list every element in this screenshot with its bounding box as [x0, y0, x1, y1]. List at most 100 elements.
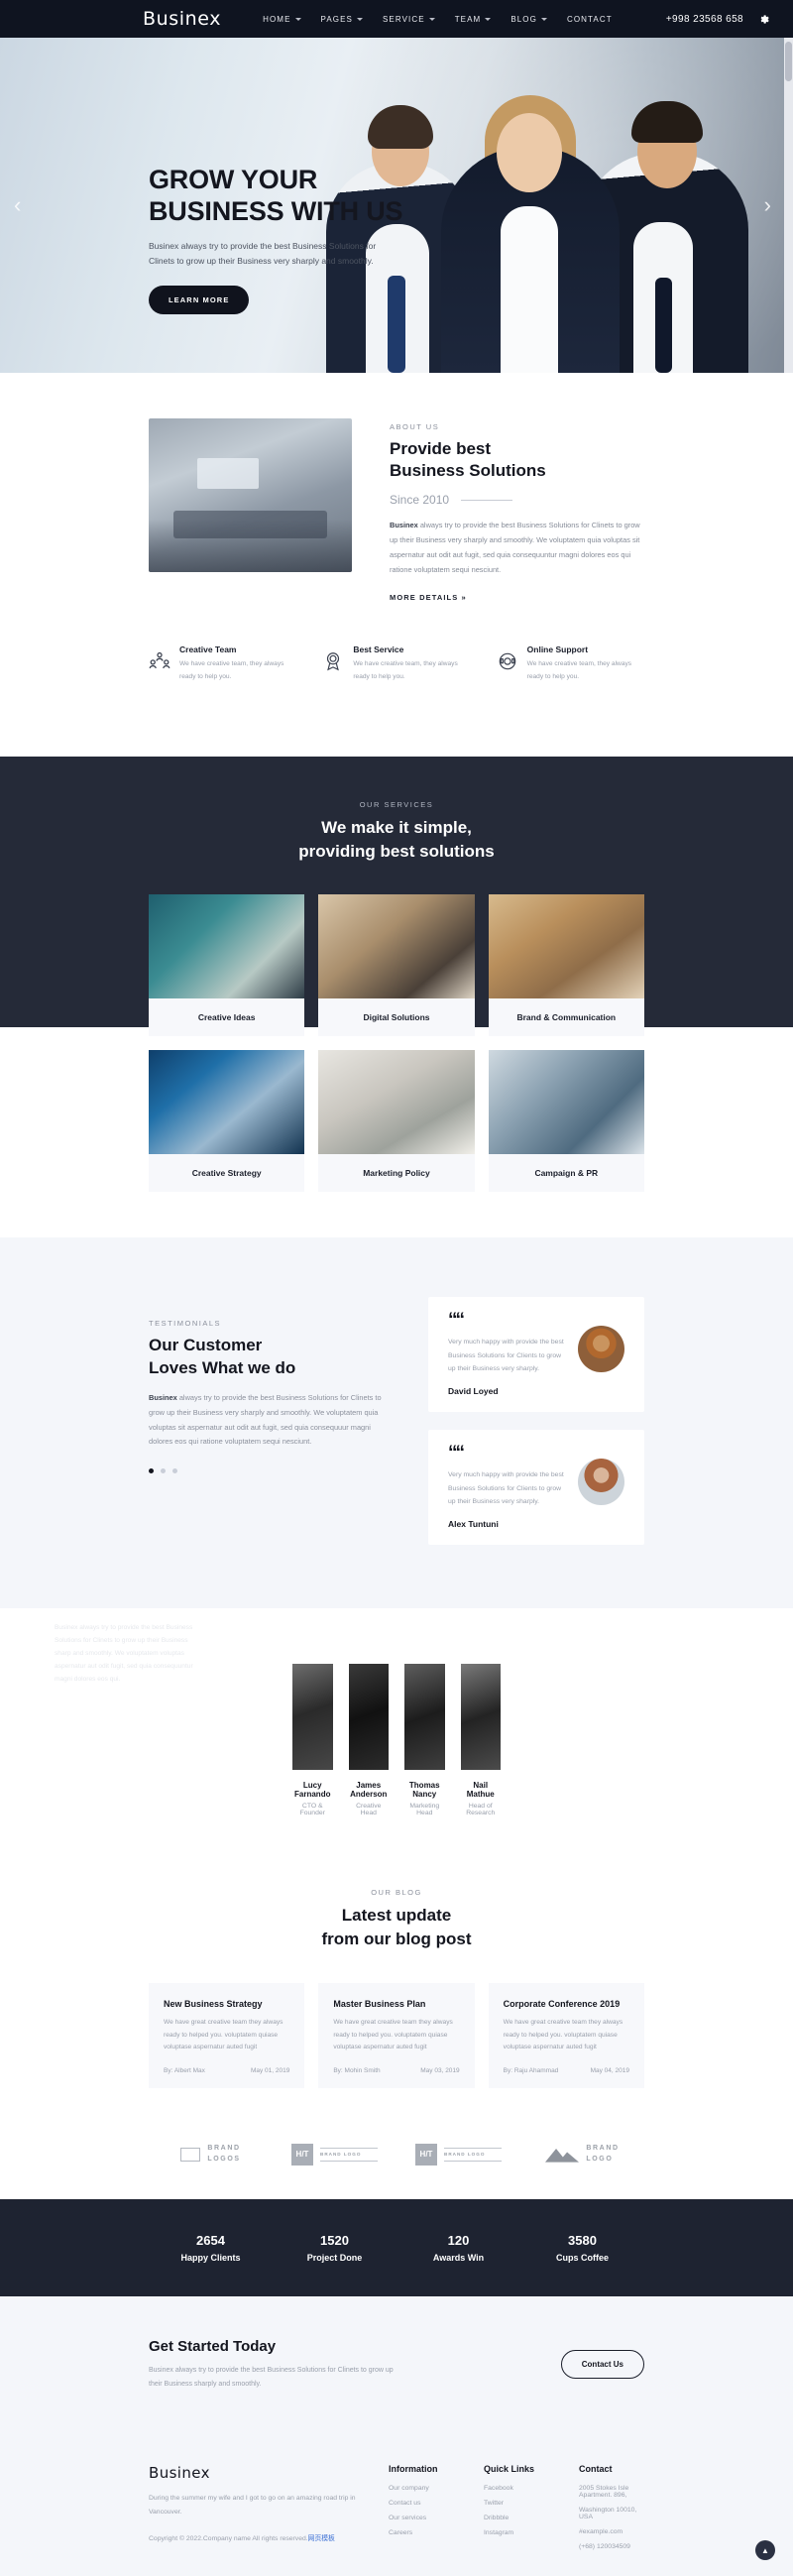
stats-section: 2654 Happy Clients 1520 Project Done 120 Aw…: [0, 2198, 793, 2296]
nav-item-team[interactable]: TEAM: [455, 15, 492, 24]
testimonials-paragraph: Businex always try to provide the best B…: [149, 1391, 389, 1450]
service-image: [149, 1050, 305, 1155]
services-title-line1: We make it simple,: [321, 817, 472, 837]
footer-column-information: Information Our company Contact us Our s…: [389, 2464, 454, 2558]
site-header: Businex HOME PAGES SERVICE TEAM BLOG CON…: [0, 0, 793, 38]
stat-label: Awards Win: [432, 2252, 485, 2263]
team-member-name: Thomas Nancy: [408, 1781, 440, 1800]
footer-address-line: 2005 Stokes Isle Apartment. 896,: [579, 2485, 629, 2500]
page-scrollbar[interactable]: [784, 38, 793, 373]
logo-businex[interactable]: Businex: [143, 8, 221, 30]
footer-link[interactable]: Contact us: [389, 2500, 454, 2507]
avatar: [578, 1459, 624, 1506]
team-member[interactable]: Lucy Farnando CTO & Founder: [292, 1664, 333, 1816]
footer-link[interactable]: Dribbble: [484, 2515, 549, 2521]
footer-column-quick-links: Quick Links Facebook Twitter Dribbble In…: [484, 2464, 549, 2558]
footer-link[interactable]: Facebook: [484, 2485, 549, 2492]
footer-logo[interactable]: Businex: [149, 2464, 359, 2482]
team-member-role: Head of Research: [466, 1803, 496, 1817]
service-label: Brand & Communication: [516, 1012, 617, 1023]
chevron-down-icon: [357, 17, 363, 21]
nav-item-blog[interactable]: BLOG: [510, 15, 547, 24]
blog-card-date: May 01, 2019: [250, 2066, 290, 2074]
brand-logo-text: BRAND LOGO: [586, 2144, 619, 2165]
footer-link[interactable]: Instagram: [484, 2529, 549, 2536]
about-paragraph: Businex always try to provide the best B…: [390, 519, 644, 577]
footer-link[interactable]: Twitter: [484, 2500, 549, 2507]
brand-logo-4: BRAND LOGO: [545, 2144, 619, 2165]
blog-title: Latest update from our blog post: [0, 1904, 793, 1951]
feature-creative-team: Creative Team We have creative team, the…: [149, 644, 296, 682]
footer-brand-column: Businex During the summer my wife and I …: [149, 2464, 359, 2558]
blog-card-title: Corporate Conference 2019: [503, 1999, 621, 2010]
team-member-photo: [348, 1664, 389, 1771]
footer-phone[interactable]: (+68) 120034509: [579, 2543, 644, 2550]
feature-text: We have creative team, they always ready…: [179, 660, 284, 680]
service-card[interactable]: Brand & Communication: [488, 894, 644, 1037]
team-member[interactable]: James Anderson Creative Head: [348, 1664, 389, 1816]
pagination-dot-2[interactable]: [161, 1468, 166, 1474]
pagination-dot-1[interactable]: [149, 1468, 154, 1474]
testimonial-name: David Loyed: [448, 1386, 499, 1397]
team-member-name: James Anderson: [350, 1781, 388, 1800]
nav-item-home[interactable]: HOME: [263, 15, 301, 24]
footer-link[interactable]: Careers: [389, 2529, 454, 2536]
hero-title-line1: GROW YOUR: [149, 165, 318, 194]
blog-eyebrow: OUR BLOG: [371, 1888, 422, 1898]
gear-icon[interactable]: [757, 13, 769, 25]
team-member[interactable]: Thomas Nancy Marketing Head: [404, 1664, 445, 1816]
blog-card[interactable]: Corporate Conference 2019 We have great …: [488, 1983, 644, 2088]
brand-logo-lines: BRAND LOGO: [444, 2147, 502, 2163]
copyright-text: Copyright © 2022.Company name All rights…: [149, 2535, 308, 2543]
service-card[interactable]: Creative Ideas: [149, 894, 305, 1037]
service-label: Campaign & PR: [534, 1168, 599, 1179]
chevron-right-icon[interactable]: ›: [764, 194, 771, 216]
team-member[interactable]: Nail Mathue Head of Research: [460, 1664, 501, 1817]
service-image: [318, 1050, 475, 1155]
service-card[interactable]: Digital Solutions: [318, 894, 475, 1037]
about-paragraph-rest: always try to provide the best Business …: [390, 521, 640, 574]
divider-line: [461, 499, 513, 501]
footer-link[interactable]: Our company: [389, 2485, 454, 2492]
chevron-down-icon: [540, 17, 547, 21]
pagination-dot-3[interactable]: [172, 1468, 177, 1474]
chevron-left-icon[interactable]: ‹: [14, 194, 21, 216]
testimonial-name: Alex Tuntuni: [448, 1519, 499, 1530]
team-grid: Lucy Farnando CTO & Founder James Anderso…: [0, 1664, 793, 1816]
testimonials-title: Our Customer Loves What we do: [149, 1335, 389, 1379]
footer-email[interactable]: #example.com: [579, 2528, 644, 2535]
service-card[interactable]: Marketing Policy: [318, 1050, 475, 1193]
header-phone[interactable]: +998 23568 658: [666, 14, 743, 25]
feature-best-service: Best Service We have creative team, they…: [322, 644, 470, 682]
learn-more-button[interactable]: LEARN MORE: [149, 286, 250, 315]
landing-page: Businex HOME PAGES SERVICE TEAM BLOG CON…: [0, 0, 793, 2576]
contact-us-button[interactable]: Contact Us: [560, 2350, 644, 2380]
more-details-link[interactable]: MORE DETAILS »: [390, 593, 467, 602]
testimonial-card: ““ Very much happy with provide the best…: [428, 1430, 644, 1546]
about-features: Creative Team We have creative team, the…: [0, 605, 793, 682]
nav-item-contact[interactable]: CONTACT: [567, 15, 613, 24]
nav-label: CONTACT: [566, 14, 613, 24]
nav-item-service[interactable]: SERVICE: [383, 15, 435, 24]
testimonials-paragraph-bold: Businex: [149, 1392, 177, 1402]
hero-title-line2: BUSINESS WITH US: [149, 195, 403, 226]
service-card[interactable]: Creative Strategy: [149, 1050, 305, 1193]
stat-label: Cups Coffee: [555, 2252, 609, 2263]
nav-label: PAGES: [320, 14, 353, 24]
copyright-link[interactable]: 网页模板: [308, 2535, 335, 2542]
brand-logo-text: BRAND LOGOS: [207, 2144, 240, 2165]
blog-card[interactable]: New Business Strategy We have great crea…: [149, 1983, 305, 2088]
footer-link[interactable]: Our services: [389, 2515, 454, 2521]
team-member-photo: [292, 1664, 333, 1771]
chevron-up-icon[interactable]: ▲: [755, 2540, 775, 2561]
testimonials-paragraph-rest: always try to provide the best Business …: [149, 1392, 382, 1447]
footer-column-title: Information: [389, 2464, 438, 2475]
footer-link-list: Our company Contact us Our services Care…: [389, 2485, 454, 2536]
footer-copyright: Copyright © 2022.Company name All rights…: [149, 2532, 359, 2545]
feature-title: Online Support: [526, 644, 589, 655]
about-since: Since 2010: [390, 493, 644, 507]
nav-item-pages[interactable]: PAGES: [321, 15, 363, 24]
blog-card[interactable]: Master Business Plan We have great creat…: [318, 1983, 475, 2088]
service-card[interactable]: Campaign & PR: [488, 1050, 644, 1193]
about-since-label: Since 2010: [390, 493, 450, 508]
